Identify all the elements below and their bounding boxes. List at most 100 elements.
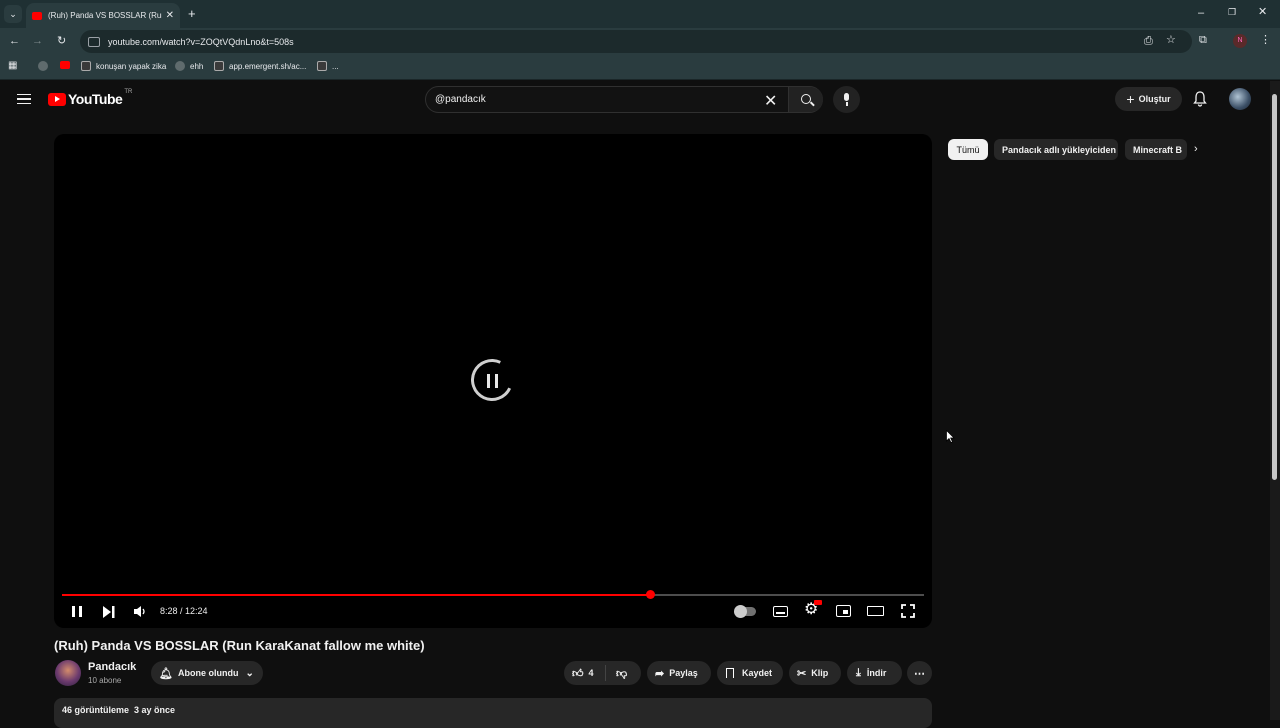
like-dislike-group: 👍︎ 4 👎︎ [564,661,641,685]
description-box[interactable]: 46 görüntüleme 3 ay önce [54,698,932,728]
share-button[interactable]: ➦ Paylaş [647,661,711,685]
search-button[interactable] [788,87,823,112]
youtube-icon [60,61,70,69]
bookmark-label: ... [332,61,339,71]
browser-menu-icon[interactable]: ⋮ [1260,35,1271,46]
create-label: Oluştur [1138,94,1171,104]
download-button[interactable]: ⤓ İndir [847,661,902,685]
hd-badge [814,600,822,605]
chip-uploader[interactable]: Pandacık adlı yükleyiciden [994,139,1118,160]
browser-tab[interactable]: (Ruh) Panda VS BOSSLAR (Run ✕ [26,3,180,28]
new-tab-plus-icon[interactable]: + [188,7,196,20]
more-horizontal-icon: ⋯ [914,667,925,680]
save-label: Kaydet [742,668,773,678]
logo-text: YouTube [68,91,123,107]
forward-arrow-icon[interactable]: → [32,36,43,47]
next-video-icon[interactable] [102,606,115,618]
tab-list-chevron-icon[interactable]: ⌄ [4,5,22,23]
menu-hamburger-icon[interactable] [17,94,31,104]
channel-name[interactable]: Pandacık [88,661,136,673]
fullscreen-icon[interactable] [901,604,915,618]
search-icon [801,94,811,104]
like-button[interactable]: 👍︎ 4 [564,665,606,681]
autoplay-pause-icon [734,605,747,618]
center-pause-icon[interactable] [487,374,498,388]
bookmark-label: app.emergent.sh/ac... [229,61,307,71]
search-box[interactable]: @pandacık ✕ [425,86,823,113]
bookmark-star-icon[interactable]: ☆ [1166,35,1176,46]
download-icon: ⤓ [856,666,861,679]
minimize-icon[interactable]: – [1198,8,1204,19]
bookmark-favicon-icon [317,61,327,71]
bell-ring-icon: 🔔︎ [159,667,173,680]
bookmark-4[interactable]: ... [317,61,339,71]
profile-icon[interactable]: N [1233,34,1247,48]
globe-icon [38,61,48,71]
view-count-date: 46 görüntüleme 3 ay önce [62,705,176,715]
time-display: 8:28 / 12:24 [160,606,208,616]
channel-avatar[interactable] [55,660,81,686]
video-title: (Ruh) Panda VS BOSSLAR (Run KaraKanat fa… [54,638,425,653]
bookmark-label: ehh [190,61,204,71]
restore-icon[interactable]: ❐ [1228,8,1236,17]
site-info-icon[interactable] [88,36,100,47]
youtube-logo[interactable]: YouTube TR [48,89,133,107]
miniplayer-icon[interactable] [836,605,851,617]
theater-mode-icon[interactable] [867,606,884,616]
region-code: TR [124,89,133,95]
save-button[interactable]: Kaydet [717,661,783,685]
page-scrollbar-thumb[interactable] [1272,94,1277,480]
youtube-favicon-icon [32,11,42,20]
browser-tab-bar: ⌄ (Ruh) Panda VS BOSSLAR (Run ✕ + – ❐ ✕ [0,0,1280,28]
notifications-bell-icon[interactable] [1193,91,1207,107]
reload-icon[interactable]: ↻ [57,36,66,47]
scrubber-handle[interactable] [645,590,655,599]
progress-played [62,594,650,596]
apps-grid-icon[interactable]: ▦ [8,61,17,71]
autoplay-toggle[interactable] [734,605,756,618]
install-app-icon[interactable]: ⎙ [1144,36,1153,47]
account-avatar[interactable] [1229,88,1251,110]
openai-icon [175,61,185,71]
window-close-icon[interactable]: ✕ [1258,7,1267,18]
bookmark-youtube[interactable] [60,61,70,69]
bookmark-favicon-icon [214,61,224,71]
scissors-icon: ✂ [797,667,807,680]
chevron-down-icon: ⌄ [245,667,254,679]
chip-minecraft[interactable]: Minecraft B [1125,139,1187,160]
youtube-play-logo-icon [48,92,66,106]
bookmark-globe[interactable] [38,61,48,71]
settings-gear-icon[interactable]: ⚙ [804,600,822,618]
clip-label: Klip [811,668,829,678]
chips-next-chevron-icon[interactable]: › [1194,143,1198,155]
chip-all[interactable]: Tümü [948,139,988,160]
subscribe-button[interactable]: 🔔︎ Abone olundu ⌄ [151,661,263,685]
search-input[interactable]: @pandacık [435,94,486,105]
extensions-icon[interactable]: ⧉ [1199,35,1207,46]
tab-close-icon[interactable]: ✕ [166,10,174,21]
pause-button[interactable] [72,606,82,617]
voice-search-mic-icon[interactable] [833,86,860,113]
chip-label: Tümü [956,144,980,155]
create-button[interactable]: + Oluştur [1115,87,1182,111]
volume-icon[interactable] [133,605,147,618]
browser-address-bar: ← → ↻ youtube.com/watch?v=ZOQtVQdnLno&t=… [0,28,1280,55]
subscriber-count: 10 abone [88,676,122,685]
youtube-header: YouTube TR @pandacık ✕ + Oluştur [0,81,1270,119]
progress-bar[interactable] [62,590,924,599]
bookmark-1[interactable]: konuşan yapak zika [81,61,166,71]
thumbs-up-icon: 👍︎ [572,667,584,680]
more-actions-button[interactable]: ⋯ [907,661,932,685]
video-player[interactable]: 8:28 / 12:24 ⚙ [54,134,932,628]
url-field[interactable]: youtube.com/watch?v=ZOQtVQdnLno&t=508s [80,30,1192,53]
clear-search-icon[interactable]: ✕ [764,91,777,111]
bookmark-3[interactable]: app.emergent.sh/ac... [214,61,306,71]
download-label: İndir [866,668,887,678]
subtitles-icon[interactable] [773,606,788,617]
back-arrow-icon[interactable]: ← [9,36,20,47]
url-text: youtube.com/watch?v=ZOQtVQdnLno&t=508s [108,36,294,47]
clip-button[interactable]: ✂ Klip [789,661,841,685]
share-arrow-icon: ➦ [655,667,665,680]
bookmark-2[interactable]: ehh [175,61,203,71]
thumbs-down-icon[interactable]: 👎︎ [616,667,627,680]
